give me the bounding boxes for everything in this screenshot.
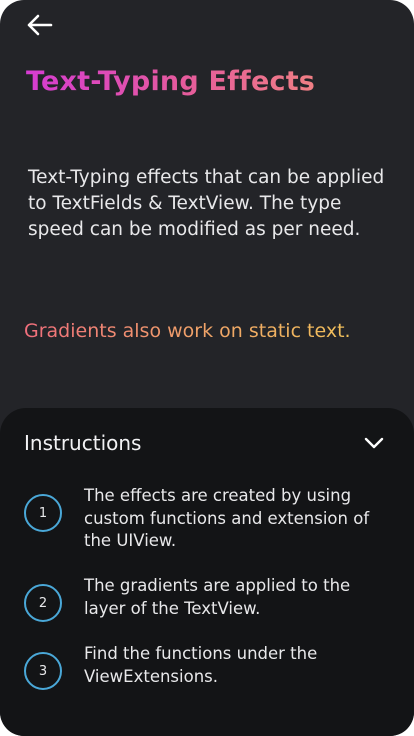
gradient-note-text: Gradients also work on static text. bbox=[24, 320, 351, 342]
step-number-badge: 2 bbox=[24, 584, 62, 622]
back-button[interactable] bbox=[22, 10, 56, 40]
instructions-header[interactable]: Instructions bbox=[24, 428, 386, 458]
instructions-title: Instructions bbox=[24, 431, 142, 455]
chevron-down-icon[interactable] bbox=[362, 431, 386, 455]
description-text: Text-Typing effects that can be applied … bbox=[28, 167, 385, 240]
step-number-badge: 1 bbox=[24, 494, 62, 532]
screen: Text-Typing Effects Text-Typing effects … bbox=[0, 0, 414, 736]
page-title: Text-Typing Effects bbox=[26, 66, 316, 97]
arrow-left-icon bbox=[27, 14, 53, 36]
step-number-badge: 3 bbox=[24, 652, 62, 690]
instructions-sheet: Instructions 1 The effects are created b… bbox=[0, 408, 414, 736]
step-text: The gradients are applied to the layer o… bbox=[84, 576, 351, 618]
step-text: The effects are created by using custom … bbox=[84, 486, 370, 550]
step-text: Find the functions under the ViewExtensi… bbox=[84, 644, 318, 686]
